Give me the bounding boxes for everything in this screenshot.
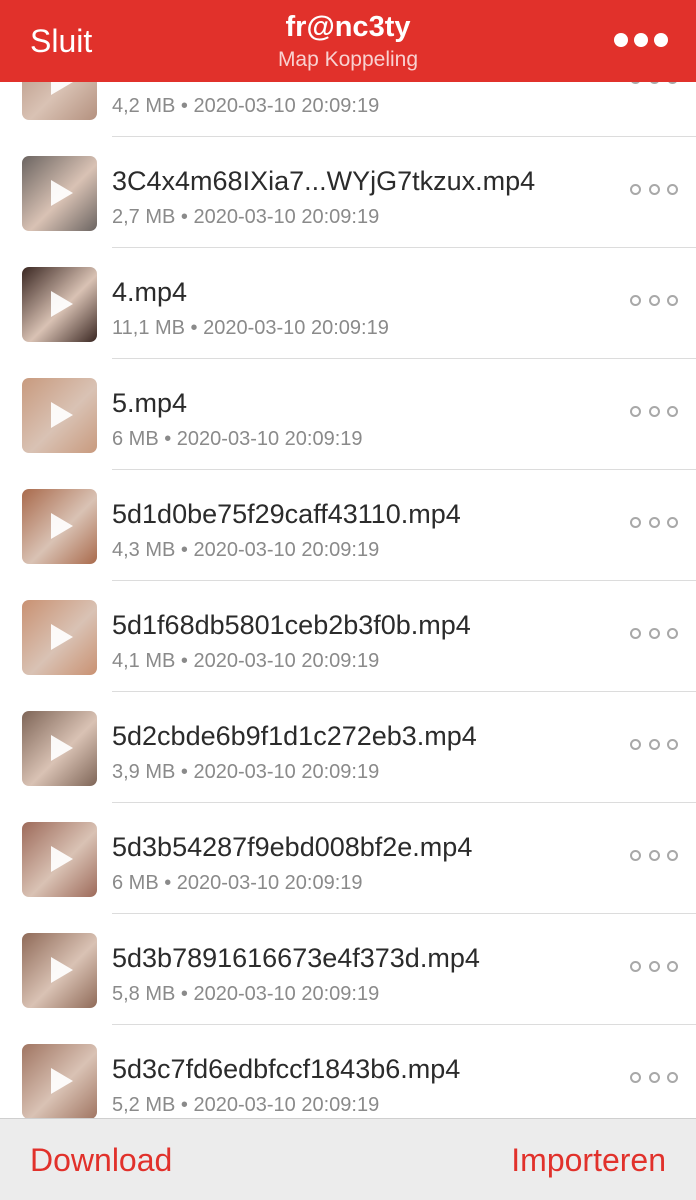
- bottom-toolbar: Download Importeren: [0, 1118, 696, 1200]
- file-meta: 11,1 MB • 2020-03-10 20:09:19: [112, 317, 389, 339]
- play-icon: [51, 1068, 73, 1094]
- list-item[interactable]: 5d2cbde6b9f1d1c272eb3.mp4 3,9 MB • 2020-…: [0, 692, 696, 803]
- more-options-icon[interactable]: [630, 1071, 678, 1083]
- more-options-icon[interactable]: [630, 405, 678, 417]
- more-options-icon[interactable]: [630, 294, 678, 306]
- file-name: 5d2cbde6b9f1d1c272eb3.mp4: [112, 721, 477, 751]
- file-name: 4.mp4: [112, 277, 188, 307]
- more-options-icon[interactable]: [630, 627, 678, 639]
- video-thumbnail: [22, 489, 97, 564]
- video-thumbnail: [22, 1044, 97, 1119]
- file-name: 5d3b7891616673e4f373d.mp4: [112, 943, 480, 973]
- file-meta: 3,9 MB • 2020-03-10 20:09:19: [112, 761, 380, 783]
- video-thumbnail: [22, 600, 97, 675]
- list-item[interactable]: 4.mp4 11,1 MB • 2020-03-10 20:09:19: [0, 248, 696, 359]
- file-list[interactable]: 4,2 MB • 2020-03-10 20:09:19 3C4x4m68IXi…: [0, 26, 696, 1136]
- video-thumbnail: [22, 378, 97, 453]
- more-horizontal-icon[interactable]: [614, 28, 668, 52]
- file-meta: 2,7 MB • 2020-03-10 20:09:19: [112, 206, 380, 228]
- more-options-icon[interactable]: [630, 960, 678, 972]
- file-name: 5.mp4: [112, 388, 188, 418]
- list-item[interactable]: 5d1f68db5801ceb2b3f0b.mp4 4,1 MB • 2020-…: [0, 581, 696, 692]
- play-icon: [51, 513, 73, 539]
- play-icon: [51, 846, 73, 872]
- more-options-icon[interactable]: [630, 849, 678, 861]
- play-icon: [51, 180, 73, 206]
- file-name: 5d1d0be75f29caff43110.mp4: [112, 499, 461, 529]
- video-thumbnail: [22, 711, 97, 786]
- play-icon: [51, 957, 73, 983]
- page-title: fr@nc3ty: [285, 11, 411, 43]
- file-meta: 5,8 MB • 2020-03-10 20:09:19: [112, 983, 380, 1005]
- list-item[interactable]: 5d1d0be75f29caff43110.mp4 4,3 MB • 2020-…: [0, 470, 696, 581]
- file-meta: 4,2 MB • 2020-03-10 20:09:19: [112, 95, 380, 117]
- page-subtitle: Map Koppeling: [277, 48, 419, 71]
- more-options-icon[interactable]: [630, 516, 678, 528]
- more-options-icon[interactable]: [630, 738, 678, 750]
- play-icon: [51, 735, 73, 761]
- video-thumbnail: [22, 156, 97, 231]
- download-button[interactable]: Download: [30, 1141, 172, 1179]
- file-name: 3C4x4m68IXia7...WYjG7tkzux.mp4: [112, 166, 536, 196]
- video-thumbnail: [22, 267, 97, 342]
- play-icon: [51, 402, 73, 428]
- list-item[interactable]: 5d3b54287f9ebd008bf2e.mp4 6 MB • 2020-03…: [0, 803, 696, 914]
- list-item[interactable]: 3C4x4m68IXia7...WYjG7tkzux.mp4 2,7 MB • …: [0, 137, 696, 248]
- file-browser-screen: 4,2 MB • 2020-03-10 20:09:19 3C4x4m68IXi…: [0, 0, 696, 1200]
- video-thumbnail: [22, 822, 97, 897]
- file-name: 5d3b54287f9ebd008bf2e.mp4: [112, 832, 473, 862]
- file-name: 5d1f68db5801ceb2b3f0b.mp4: [112, 610, 471, 640]
- video-thumbnail: [22, 933, 97, 1008]
- file-meta: 6 MB • 2020-03-10 20:09:19: [112, 428, 363, 450]
- file-meta: 4,1 MB • 2020-03-10 20:09:19: [112, 650, 380, 672]
- play-icon: [51, 291, 73, 317]
- file-meta: 5,2 MB • 2020-03-10 20:09:19: [112, 1094, 380, 1116]
- file-meta: 6 MB • 2020-03-10 20:09:19: [112, 872, 363, 894]
- more-options-icon[interactable]: [630, 183, 678, 195]
- file-meta: 4,3 MB • 2020-03-10 20:09:19: [112, 539, 380, 561]
- import-button[interactable]: Importeren: [511, 1141, 666, 1179]
- file-name: 5d3c7fd6edbfccf1843b6.mp4: [112, 1054, 461, 1084]
- navigation-bar: Sluit fr@nc3ty Map Koppeling: [0, 0, 696, 82]
- list-item[interactable]: 5d3b7891616673e4f373d.mp4 5,8 MB • 2020-…: [0, 914, 696, 1025]
- play-icon: [51, 624, 73, 650]
- list-item[interactable]: 5.mp4 6 MB • 2020-03-10 20:09:19: [0, 359, 696, 470]
